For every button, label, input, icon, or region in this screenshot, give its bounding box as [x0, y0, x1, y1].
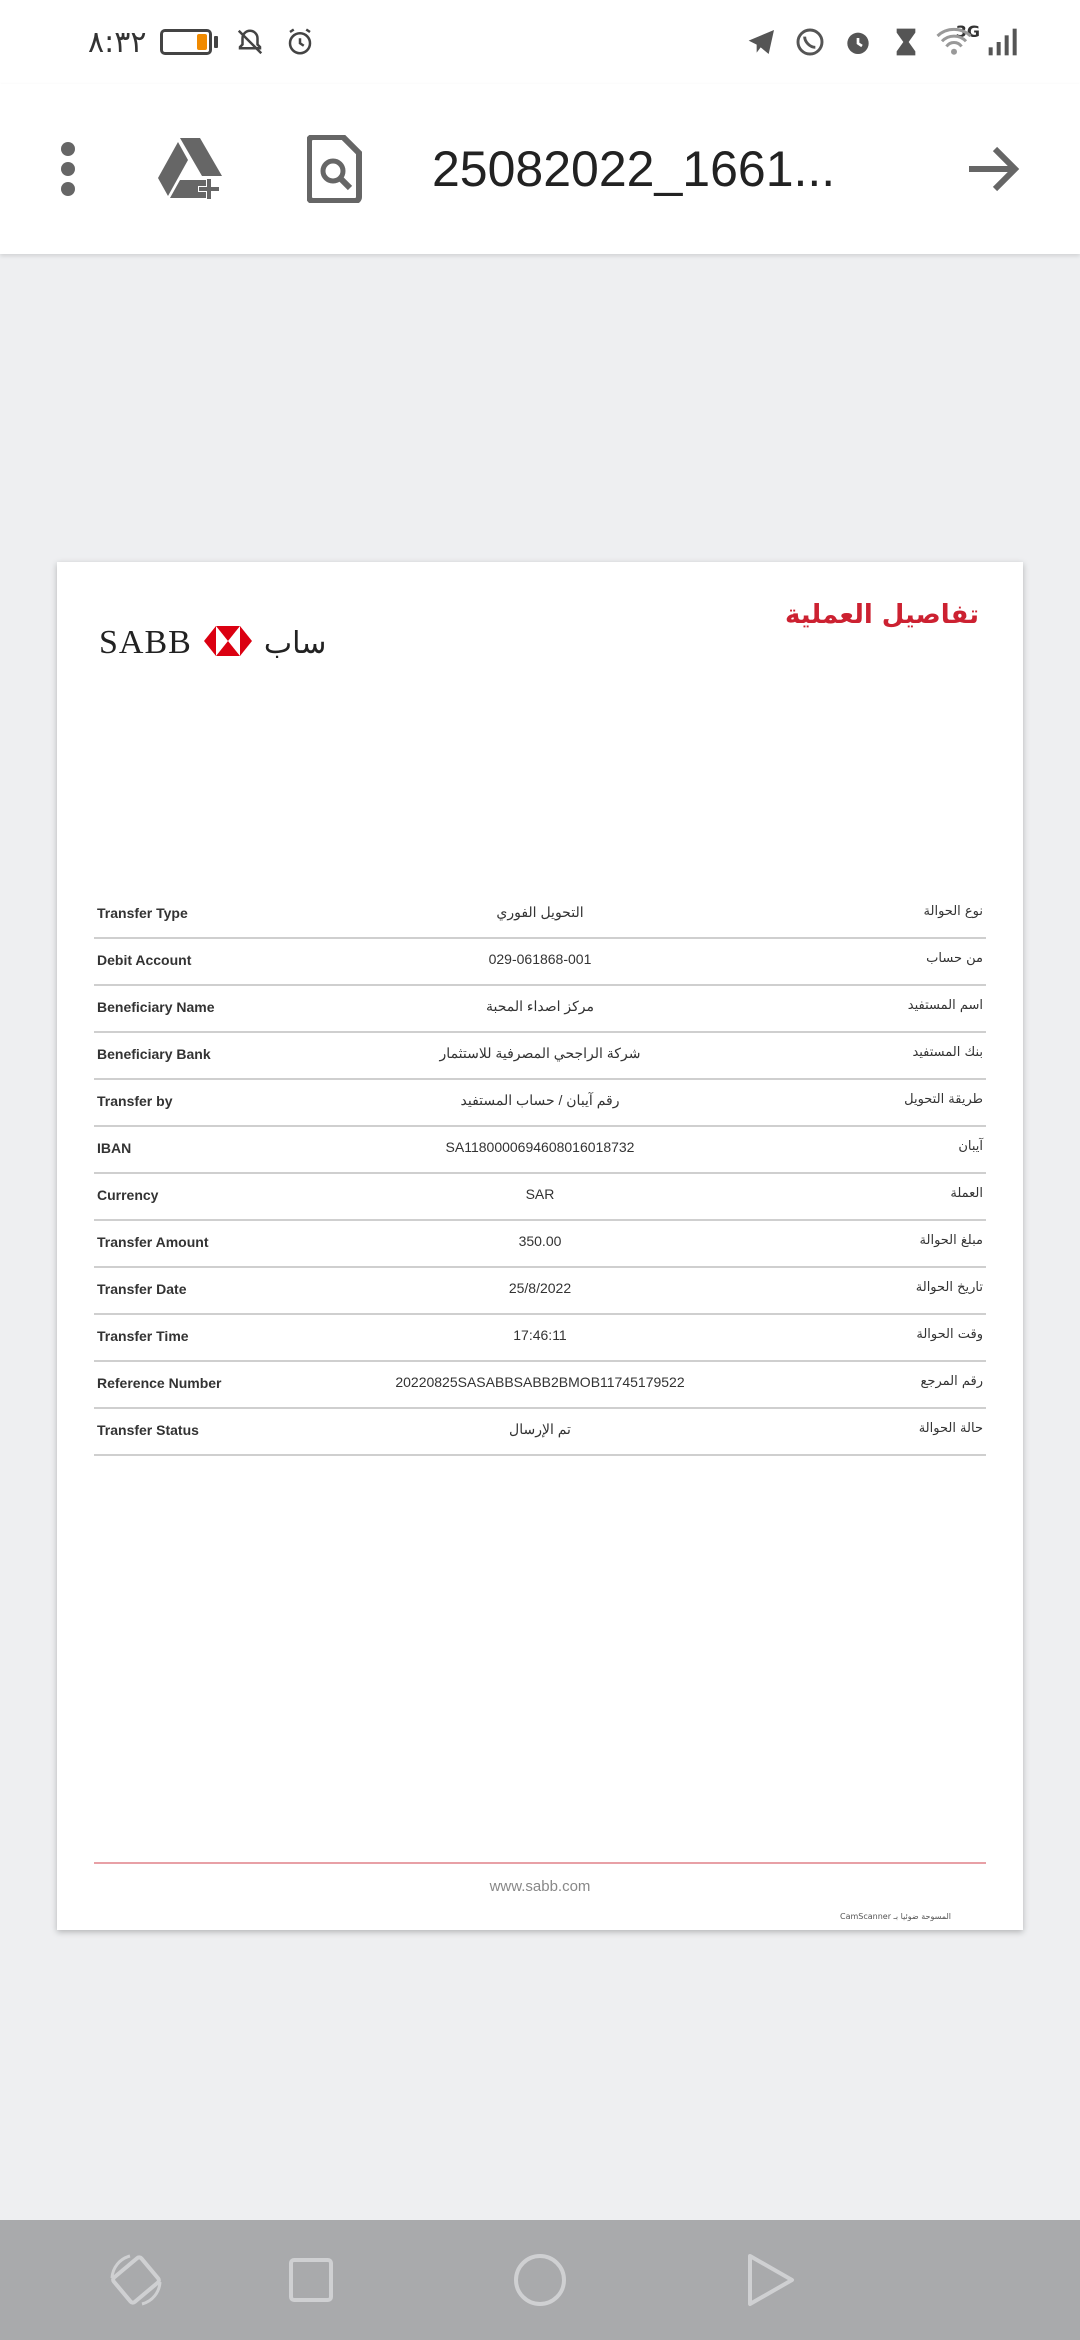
row-value: شركة الراجحي المصرفية للاستثمار: [439, 1045, 641, 1061]
footer-divider: [94, 1862, 986, 1864]
row-value: 25/8/2022: [508, 1280, 572, 1296]
row-value: 350.00: [518, 1233, 562, 1249]
row-label-ar: طريقة التحويل: [904, 1092, 983, 1107]
row-label-ar: العملة: [950, 1186, 983, 1201]
scanner-watermark: CamScanner المسوحة ضوئيا بـ: [839, 1912, 951, 1921]
row-label-ar: مبلغ الحوالة: [919, 1233, 983, 1248]
row-label-ar: بنك المستفيد: [912, 1045, 983, 1060]
row-label-ar: تاريخ الحوالة: [915, 1280, 983, 1295]
row-label-ar: نوع الحوالة: [923, 904, 983, 919]
more-vert-icon[interactable]: [48, 129, 88, 209]
back-icon[interactable]: [734, 2244, 806, 2316]
system-nav-bar: [0, 2220, 1080, 2340]
row-value: رقم آيبان / حساب المستفيد: [460, 1092, 620, 1108]
viewer-toolbar: 25082022_1661...: [0, 84, 1080, 254]
status-bar: ٨:٣٢ 3G: [0, 0, 1080, 84]
table-row: Beneficiary Bank شركة الراجحي المصرفية ل…: [94, 1033, 986, 1080]
row-value: SAR: [525, 1186, 555, 1202]
drive-add-icon[interactable]: [152, 129, 232, 209]
logo-latin-text: SABB: [99, 624, 192, 661]
row-value: تم الإرسال: [509, 1421, 571, 1437]
table-row: IBAN SA1180000694608016018732 آيبان: [94, 1127, 986, 1174]
table-row: Transfer Type التحويل الفوري نوع الحوالة: [94, 892, 986, 939]
document-page: تفاصيل العملية SABB ساب Transfer Type ال…: [57, 562, 1023, 1930]
alarm-icon: [840, 24, 876, 60]
forward-arrow-icon[interactable]: [964, 129, 1024, 209]
home-icon[interactable]: [504, 2244, 576, 2316]
table-row: Beneficiary Name مركز اصداء المحبة اسم ا…: [94, 986, 986, 1033]
recents-icon[interactable]: [275, 2244, 347, 2316]
status-time: ٨:٣٢: [88, 24, 147, 60]
table-row: Transfer Amount 350.00 مبلغ الحوالة: [94, 1221, 986, 1268]
battery-tip: [214, 36, 219, 48]
signal-icon: [984, 24, 1020, 60]
hexagon-logo-icon: [203, 626, 252, 660]
row-value: مركز اصداء المحبة: [485, 998, 594, 1014]
document-title: 25082022_1661...: [432, 141, 836, 197]
notifications-off-icon: [232, 24, 268, 60]
whatsapp-icon: [792, 24, 828, 60]
table-row: Currency SAR العملة: [94, 1174, 986, 1221]
transaction-details-heading: تفاصيل العملية: [784, 600, 979, 630]
row-label-ar: رقم المرجع: [920, 1374, 984, 1389]
telegram-icon: [744, 24, 780, 60]
table-row: Transfer by رقم آيبان / حساب المستفيد طر…: [94, 1080, 986, 1127]
find-in-page-icon[interactable]: [300, 129, 370, 209]
row-label-ar: اسم المستفيد: [907, 998, 983, 1013]
row-label-ar: وقت الحوالة: [916, 1327, 983, 1342]
alarm-icon: [282, 24, 318, 60]
hourglass-icon: [888, 24, 924, 60]
row-label-ar: حالة الحوالة: [918, 1421, 983, 1436]
rotate-icon[interactable]: [100, 2244, 172, 2316]
battery-icon: [160, 29, 213, 55]
footer-website: www.sabb.com: [489, 1878, 591, 1895]
wifi-icon: [936, 24, 972, 60]
status-left: ٨:٣٢: [88, 18, 318, 66]
table-row: Reference Number 20220825SASABBSABB2BMOB…: [94, 1362, 986, 1409]
row-value: التحويل الفوري: [496, 904, 584, 920]
row-value: 029-061868-001: [488, 951, 592, 967]
table-row: Debit Account 029-061868-001 من حساب: [94, 939, 986, 986]
row-value: 17:46:11: [513, 1327, 567, 1343]
row-value: SA1180000694608016018732: [445, 1139, 635, 1155]
row-value: 20220825SASABBSABB2BMOB11745179522: [395, 1374, 685, 1390]
sabb-logo: SABB ساب: [99, 624, 326, 662]
table-row: Transfer Status تم الإرسال حالة الحوالة: [94, 1409, 986, 1456]
table-row: Transfer Date 25/8/2022 تاريخ الحوالة: [94, 1268, 986, 1315]
row-label-ar: من حساب: [926, 951, 983, 966]
table-row: Transfer Time 17:46:11 وقت الحوالة: [94, 1315, 986, 1362]
logo-arabic-text: ساب: [263, 625, 327, 661]
status-right: [744, 18, 1020, 66]
transfer-details-table: Transfer Type التحويل الفوري نوع الحوالة…: [94, 892, 986, 1456]
row-label-ar: آيبان: [958, 1139, 983, 1154]
